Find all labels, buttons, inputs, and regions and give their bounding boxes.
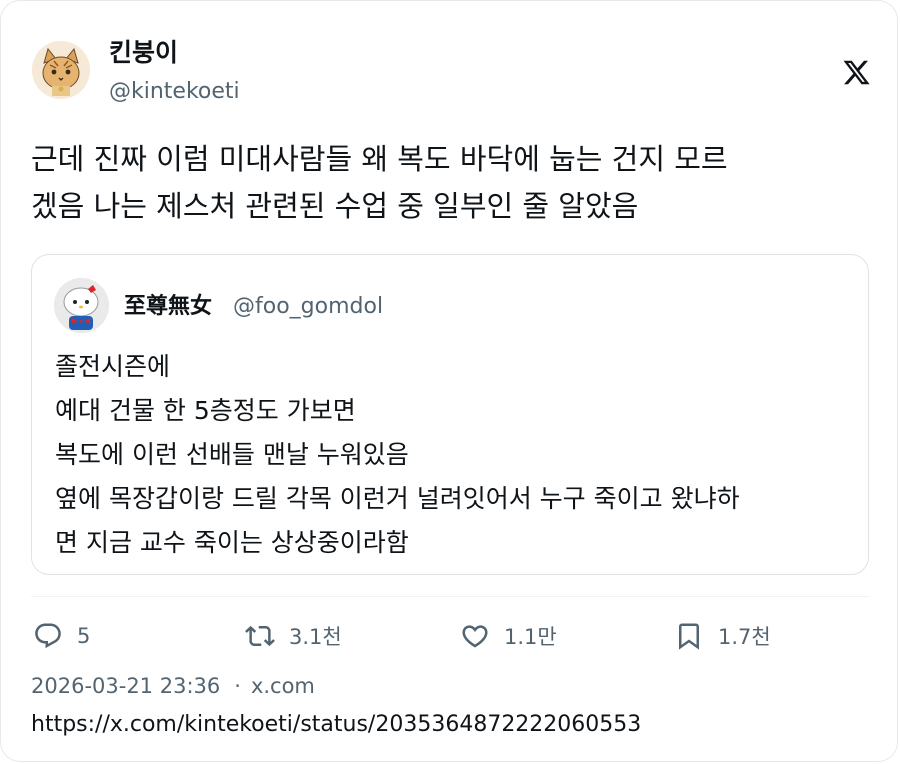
x-logo-icon[interactable] (842, 58, 871, 87)
tweet-card: 킨붕이 @kintekoeti 근데 진짜 이럼 미대사람들 왜 복도 바닥에 … (0, 0, 898, 762)
like-count: 1.1만 (504, 625, 557, 649)
character-avatar-icon (54, 278, 109, 333)
cat-avatar-icon (32, 41, 90, 99)
quoted-author-display-name[interactable]: 至尊無女 (124, 292, 212, 322)
tweet-meta: 2026-03-21 23:36 · x.com (31, 671, 315, 701)
retweet-count: 3.1천 (289, 625, 342, 649)
reply-button[interactable]: 5 (33, 619, 90, 653)
quoted-author-avatar[interactable] (54, 278, 109, 333)
divider (31, 596, 869, 597)
source-link[interactable]: x.com (251, 674, 315, 698)
retweet-icon (245, 625, 275, 647)
quoted-tweet[interactable]: 至尊無女 @foo_gomdol 졸전시즌에 예대 건물 한 5층정도 가보면 … (31, 254, 869, 575)
bookmark-icon (679, 623, 699, 650)
bookmark-button[interactable]: 1.7천 (674, 619, 771, 653)
status-url[interactable]: https://x.com/kintekoeti/status/20353648… (31, 709, 641, 741)
reply-icon (35, 623, 61, 649)
bookmark-count: 1.7천 (718, 625, 771, 649)
meta-separator: · (234, 674, 241, 698)
retweet-button[interactable]: 3.1천 (245, 619, 342, 653)
tweet-text: 근데 진짜 이럼 미대사람들 왜 복도 바닥에 눕는 건지 모르 겠음 나는 제… (31, 142, 728, 223)
author-handle[interactable]: @kintekoeti (109, 77, 240, 107)
author-display-name[interactable]: 킨붕이 (109, 37, 178, 69)
reply-count: 5 (77, 624, 91, 648)
quoted-author-handle[interactable]: @foo_gomdol (233, 292, 383, 322)
timestamp[interactable]: 2026-03-21 23:36 (31, 674, 220, 698)
author-avatar[interactable] (32, 41, 90, 99)
heart-icon (462, 625, 488, 648)
like-button[interactable]: 1.1만 (460, 619, 557, 653)
quoted-tweet-text: 졸전시즌에 예대 건물 한 5층정도 가보면 복도에 이런 선배들 맨날 누워있… (55, 352, 740, 557)
